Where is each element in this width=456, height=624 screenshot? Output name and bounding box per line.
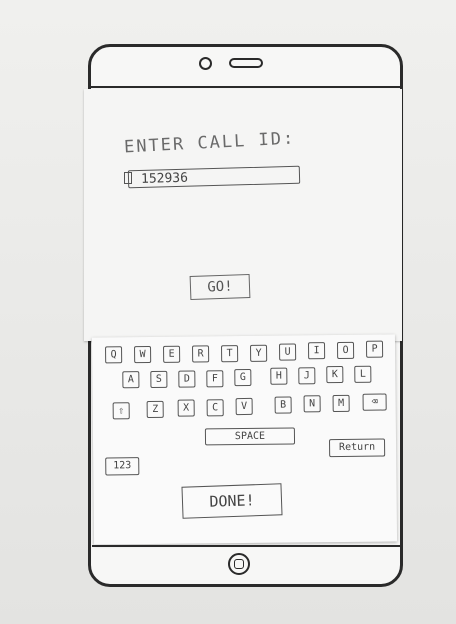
paper-screen — [84, 89, 402, 341]
key-h[interactable]: H — [270, 367, 288, 385]
key-r[interactable]: R — [192, 345, 210, 363]
space-key[interactable]: SPACE — [204, 427, 296, 446]
key-i[interactable]: I — [307, 342, 326, 360]
key-n[interactable]: N — [303, 395, 321, 413]
key-g[interactable]: G — [234, 368, 252, 387]
key-y[interactable]: Y — [250, 344, 268, 362]
key-d[interactable]: D — [178, 370, 196, 388]
key-s[interactable]: S — [150, 370, 168, 388]
key-o[interactable]: O — [336, 341, 355, 360]
key-q[interactable]: Q — [105, 346, 123, 364]
key-k[interactable]: K — [326, 365, 344, 384]
backspace-key[interactable]: ⌫ — [362, 393, 387, 411]
home-button[interactable] — [228, 553, 250, 575]
key-w[interactable]: W — [134, 345, 152, 364]
key-c[interactable]: C — [206, 399, 224, 417]
key-f[interactable]: F — [206, 370, 224, 388]
key-t[interactable]: T — [221, 345, 239, 363]
front-camera — [199, 57, 212, 70]
key-b[interactable]: B — [274, 396, 292, 414]
key-x[interactable]: X — [177, 399, 195, 417]
numbers-key[interactable]: 123 — [105, 457, 140, 476]
go-button[interactable]: GO! — [189, 273, 251, 301]
key-m[interactable]: M — [332, 394, 350, 413]
done-button[interactable]: DONE! — [181, 483, 283, 519]
key-p[interactable]: P — [365, 340, 384, 358]
home-square-icon — [234, 559, 244, 569]
phone-bottom-divider — [92, 545, 402, 547]
key-a[interactable]: A — [122, 371, 140, 389]
earpiece-speaker — [229, 58, 263, 68]
phone-top-divider — [90, 86, 402, 88]
return-key[interactable]: Return — [329, 438, 386, 458]
key-l[interactable]: L — [354, 365, 372, 383]
key-j[interactable]: J — [298, 367, 316, 385]
key-v[interactable]: V — [235, 397, 253, 416]
key-u[interactable]: U — [278, 343, 297, 361]
key-e[interactable]: E — [163, 345, 181, 363]
key-z[interactable]: Z — [146, 400, 164, 419]
shift-key[interactable]: ⇧ — [112, 402, 130, 420]
